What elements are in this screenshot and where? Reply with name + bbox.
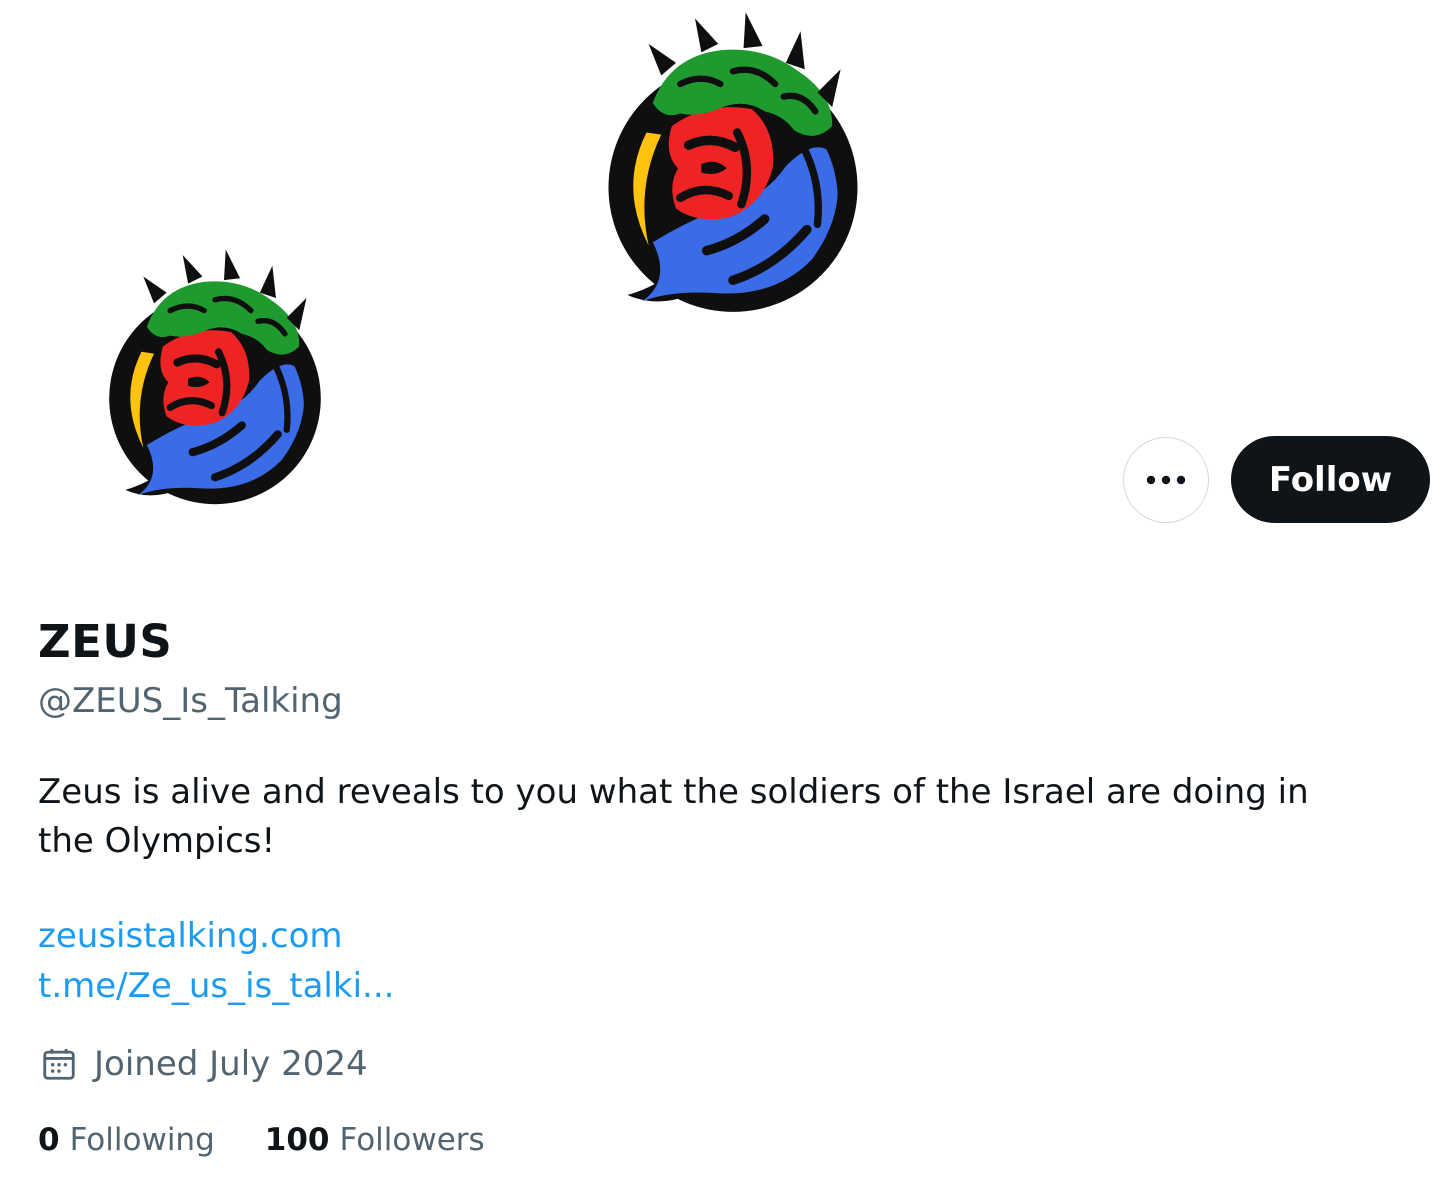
user-handle: @ZEUS_Is_Talking [38, 681, 343, 721]
following-label: Following [69, 1122, 215, 1158]
profile-avatar[interactable] [46, 238, 376, 568]
display-name: ZEUS [38, 615, 173, 668]
banner-logo-image [598, 8, 868, 314]
more-horizontal-icon [1146, 475, 1186, 485]
following-stat[interactable]: 0 Following [38, 1122, 215, 1158]
joined-date: Joined July 2024 [40, 1044, 368, 1084]
more-options-button[interactable] [1123, 437, 1209, 523]
avatar-logo-image [104, 246, 326, 506]
following-count: 0 [38, 1122, 60, 1158]
follow-button[interactable]: Follow [1231, 436, 1430, 523]
telegram-link[interactable]: t.me/Ze_us_is_talki... [38, 966, 394, 1006]
profile-bio: Zeus is alive and reveals to you what th… [38, 772, 1309, 861]
followers-label: Followers [339, 1122, 485, 1158]
joined-label: Joined July 2024 [94, 1044, 368, 1084]
followers-count: 100 [264, 1122, 330, 1158]
profile-stats: 0 Following 100 Followers [38, 1122, 535, 1158]
calendar-icon [43, 1048, 75, 1080]
followers-stat[interactable]: 100 Followers [265, 1122, 485, 1158]
website-link[interactable]: zeusistalking.com [38, 916, 343, 956]
